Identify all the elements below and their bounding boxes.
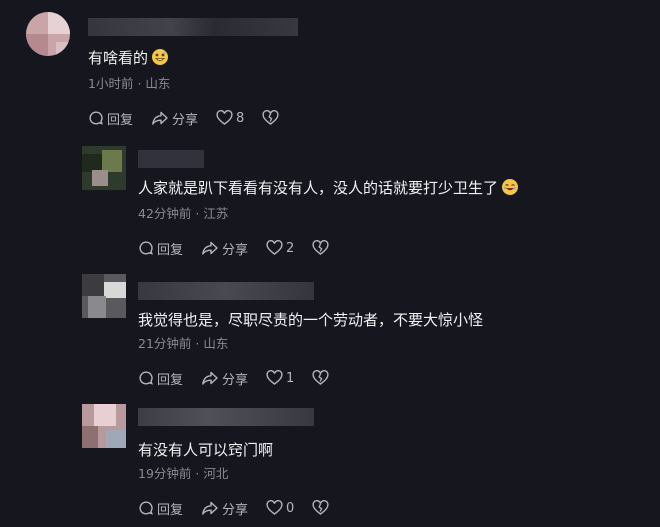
timestamp: 19分钟前 [138,466,192,481]
avatar[interactable] [26,12,70,56]
dislike-button[interactable] [312,500,329,516]
heart-icon [266,240,283,255]
like-button[interactable]: 8 [216,110,244,126]
comment-meta: 42分钟前 · 江苏 [138,206,229,221]
comment-meta: 1小时前 · 山东 [88,76,171,91]
reply-icon [139,371,153,385]
avatar[interactable] [82,404,126,448]
reply-button[interactable]: 回复 [138,239,183,258]
like-count: 0 [286,500,295,516]
comment-item: 我觉得也是，尽职尽责的一个劳动者，不要大惊小怪 21分钟前 · 山东 回复 分享… [0,270,660,400]
share-button[interactable]: 分享 [201,239,248,258]
username-blurred[interactable] [138,282,314,300]
timestamp: 42分钟前 [138,206,192,221]
like-count: 8 [236,110,245,126]
share-icon [202,371,218,385]
share-icon [202,241,218,255]
grinning-sweat-emoji [152,49,169,65]
dislike-button[interactable] [262,110,279,126]
location: 山东 [203,336,229,351]
like-count: 2 [286,240,295,256]
avatar[interactable] [82,146,126,190]
share-icon [152,111,168,125]
heart-icon [216,110,233,125]
comment-meta: 21分钟前 · 山东 [138,336,229,351]
broken-heart-icon [312,370,329,385]
reply-button[interactable]: 回复 [138,369,183,388]
location: 河北 [203,466,229,481]
like-button[interactable]: 2 [266,240,294,256]
share-icon [202,501,218,515]
timestamp: 21分钟前 [138,336,192,351]
comment-actions: 回复 分享 1 [138,368,347,388]
heart-icon [266,500,283,515]
location: 江苏 [203,206,229,221]
reply-icon [139,241,153,255]
avatar[interactable] [82,274,126,318]
username-blurred[interactable] [138,408,314,426]
timestamp: 1小时前 [88,76,134,91]
comment-item: 人家就是趴下看看有没有人，没人的话就要打少卫生了 42分钟前 · 江苏 回复 分… [0,140,660,270]
reply-button[interactable]: 回复 [88,109,133,128]
share-button[interactable]: 分享 [201,369,248,388]
share-button[interactable]: 分享 [151,109,198,128]
comment-actions: 回复 分享 0 [138,498,347,518]
comment-text: 我觉得也是，尽职尽责的一个劳动者，不要大惊小怪 [138,311,484,329]
like-button[interactable]: 1 [266,370,294,386]
broken-heart-icon [312,500,329,515]
laughing-emoji [502,179,519,195]
reply-icon [89,111,103,125]
comment-item: 有啥看的 1小时前 · 山东 回复 分享 8 [0,0,660,140]
comment-text: 有没有人可以窍门啊 [138,441,274,459]
like-count: 1 [286,370,295,386]
comment-text: 人家就是趴下看看有没有人，没人的话就要打少卫生了 [138,178,519,198]
comment-meta: 19分钟前 · 河北 [138,466,229,481]
comment-actions: 回复 分享 8 [88,108,297,128]
broken-heart-icon [312,240,329,255]
reply-icon [139,501,153,515]
reply-button[interactable]: 回复 [138,499,183,518]
location: 山东 [145,76,171,91]
share-button[interactable]: 分享 [201,499,248,518]
comment-item: 有没有人可以窍门啊 19分钟前 · 河北 回复 分享 0 [0,400,660,527]
comment-actions: 回复 分享 2 [138,238,347,258]
heart-icon [266,370,283,385]
like-button[interactable]: 0 [266,500,294,516]
broken-heart-icon [262,110,279,125]
comment-text: 有啥看的 [88,48,169,68]
dislike-button[interactable] [312,240,329,256]
username-blurred[interactable] [88,18,298,36]
dislike-button[interactable] [312,370,329,386]
username-blurred[interactable] [138,150,204,168]
